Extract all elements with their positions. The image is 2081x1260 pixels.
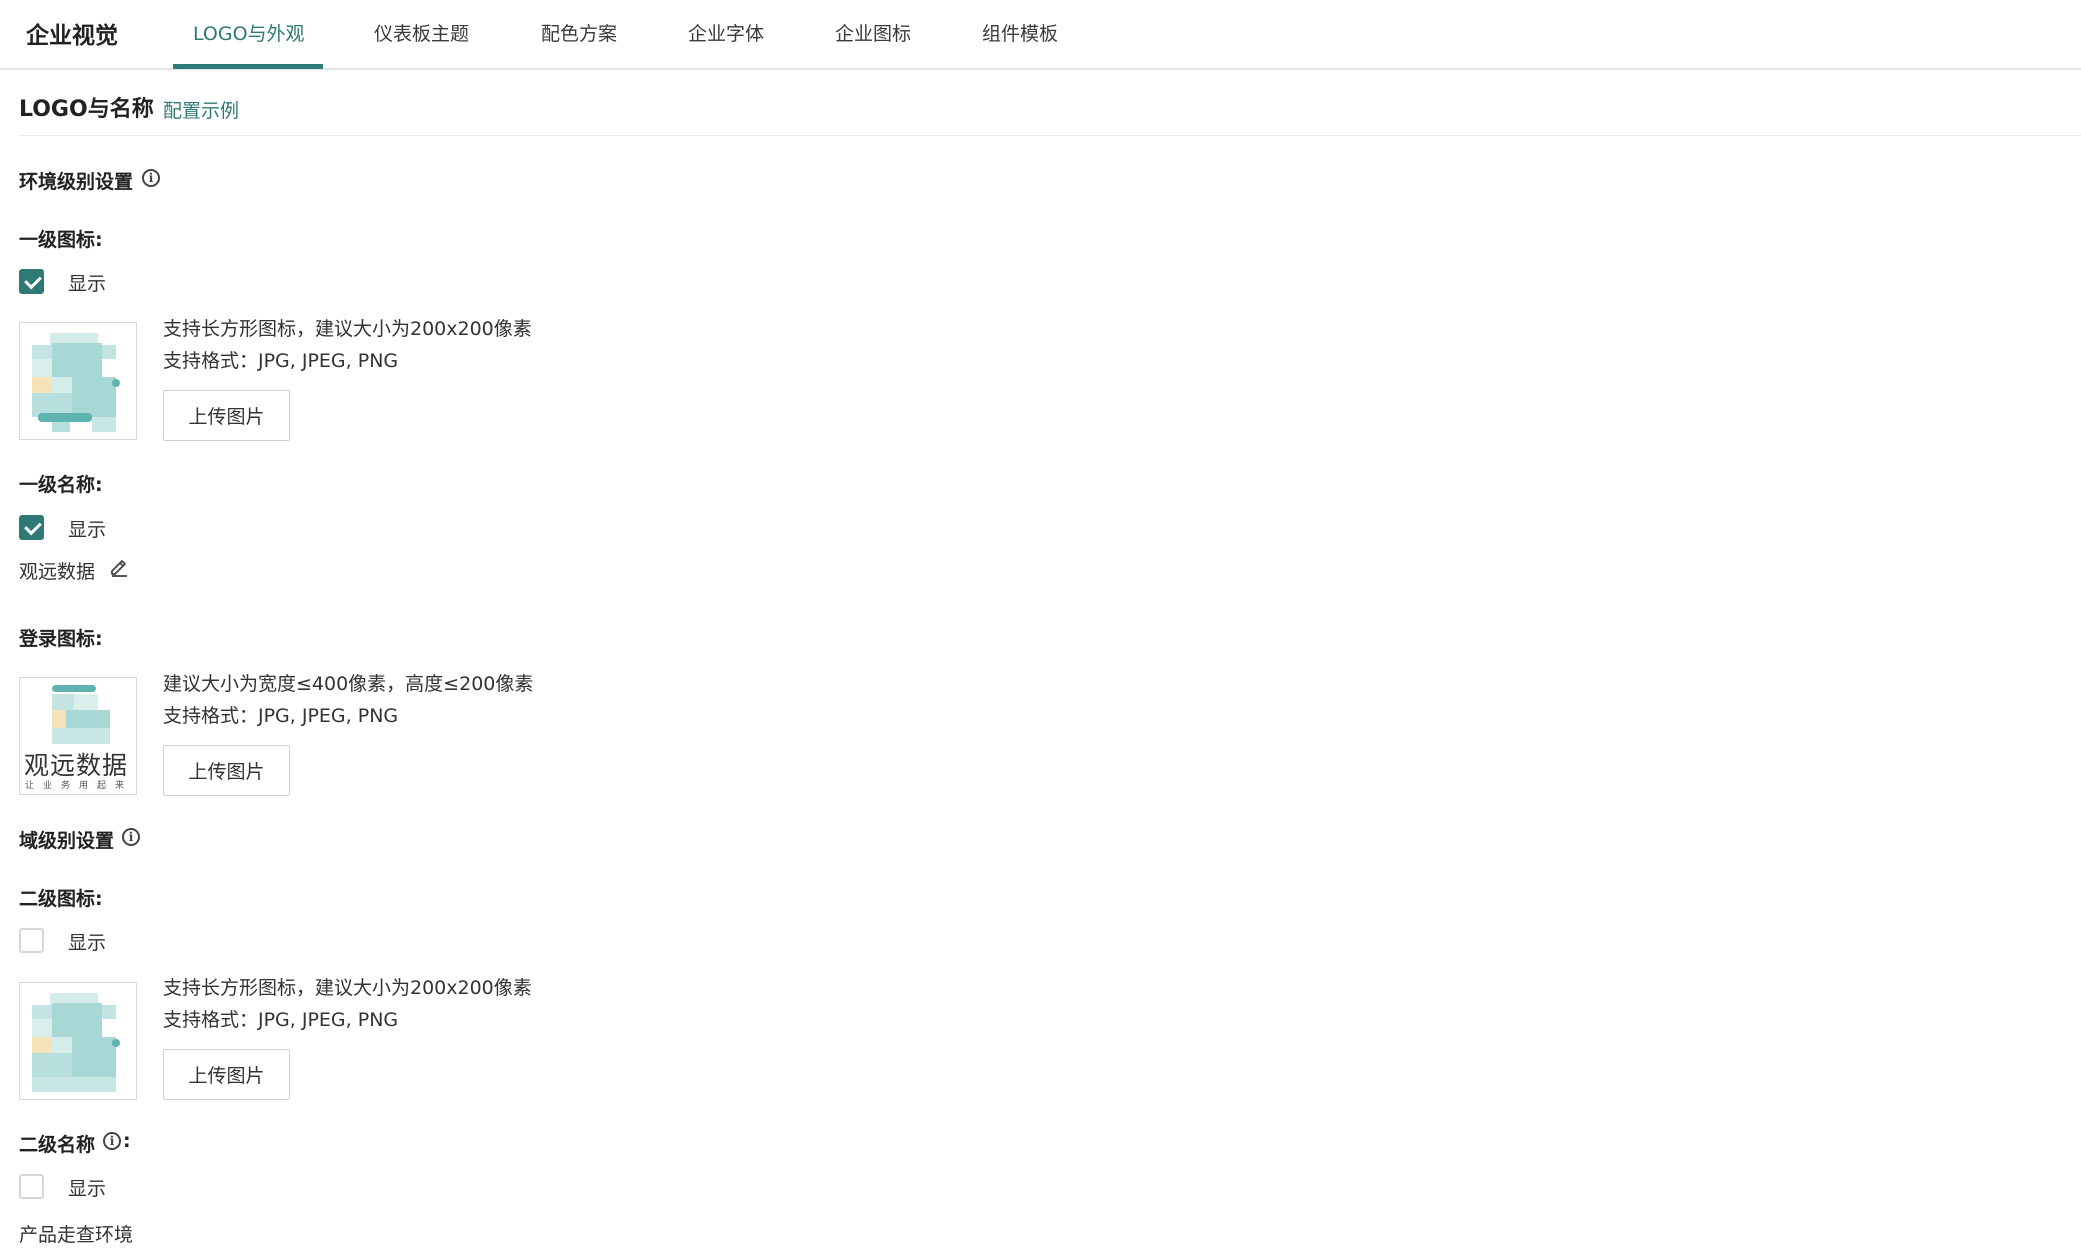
active-tab-indicator (173, 64, 323, 69)
secondary-name-label: 二级名称 (19, 1134, 96, 1156)
secondary-icon-upload-button[interactable]: 上传图片 (163, 1049, 290, 1100)
login-icon-upload-button[interactable]: 上传图片 (163, 745, 290, 796)
tab-color-scheme[interactable]: 配色方案 (541, 19, 617, 46)
primary-name-label: 一级名称: (19, 474, 103, 496)
env-settings-title: 环境级别设置 (19, 171, 134, 193)
check-icon (24, 517, 42, 536)
secondary-name-show-label: 显示 (68, 1178, 107, 1200)
primary-icon-thumbnail (19, 322, 137, 440)
login-icon-label: 登录图标: (19, 628, 103, 650)
tab-enterprise-icon[interactable]: 企业图标 (835, 19, 911, 46)
top-tab-bar: 企业视觉 LOGO与外观 仪表板主题 配色方案 企业字体 企业图标 组件模板 (0, 0, 2081, 70)
tab-enterprise-font[interactable]: 企业字体 (688, 19, 764, 46)
primary-icon-format-hint: 支持格式：JPG, JPEG, PNG (163, 350, 399, 372)
primary-icon-upload-button[interactable]: 上传图片 (163, 390, 290, 441)
edit-icon[interactable] (108, 557, 130, 579)
section-divider (19, 135, 2081, 136)
login-logo-slogan: 让业务用起来 (25, 781, 134, 791)
section-title: LOGO与名称 (19, 97, 154, 122)
primary-icon-show-checkbox[interactable] (19, 269, 44, 294)
primary-icon-show-label: 显示 (68, 273, 107, 295)
secondary-icon-format-hint: 支持格式：JPG, JPEG, PNG (163, 1009, 399, 1031)
primary-name-show-label: 显示 (68, 519, 107, 541)
secondary-icon-show-label: 显示 (68, 932, 107, 954)
primary-name-value: 观远数据 (19, 561, 96, 583)
secondary-icon-label: 二级图标: (19, 888, 103, 910)
primary-name-show-checkbox[interactable] (19, 515, 44, 540)
login-icon-thumbnail: 观远数据 让业务用起来 (19, 677, 137, 795)
secondary-name-value: 产品走查环境 (19, 1224, 134, 1246)
primary-icon-label: 一级图标: (19, 229, 103, 251)
tab-logo-appearance[interactable]: LOGO与外观 (193, 19, 305, 46)
check-icon (24, 271, 42, 290)
primary-icon-size-hint: 支持长方形图标，建议大小为200x200像素 (163, 318, 532, 340)
secondary-name-show-checkbox[interactable] (19, 1174, 44, 1199)
info-icon[interactable]: i (142, 169, 160, 187)
login-icon-size-hint: 建议大小为宽度≤400像素，高度≤200像素 (163, 673, 534, 695)
secondary-icon-size-hint: 支持长方形图标，建议大小为200x200像素 (163, 977, 532, 999)
secondary-name-label-colon: : (123, 1130, 131, 1152)
info-icon[interactable]: i (122, 828, 140, 846)
secondary-icon-thumbnail (19, 982, 137, 1100)
tab-component-template[interactable]: 组件模板 (982, 19, 1058, 46)
info-icon[interactable]: i (103, 1132, 121, 1150)
page-brand-title: 企业视觉 (26, 23, 118, 49)
login-logo-text: 观远数据 (24, 751, 129, 780)
config-example-link[interactable]: 配置示例 (163, 96, 239, 123)
domain-settings-title: 域级别设置 (19, 830, 115, 852)
secondary-icon-show-checkbox[interactable] (19, 928, 44, 953)
app-root: 企业视觉 LOGO与外观 仪表板主题 配色方案 企业字体 企业图标 组件模板 L… (0, 0, 2081, 1260)
login-icon-format-hint: 支持格式：JPG, JPEG, PNG (163, 705, 399, 727)
tab-dashboard-theme[interactable]: 仪表板主题 (374, 19, 469, 46)
